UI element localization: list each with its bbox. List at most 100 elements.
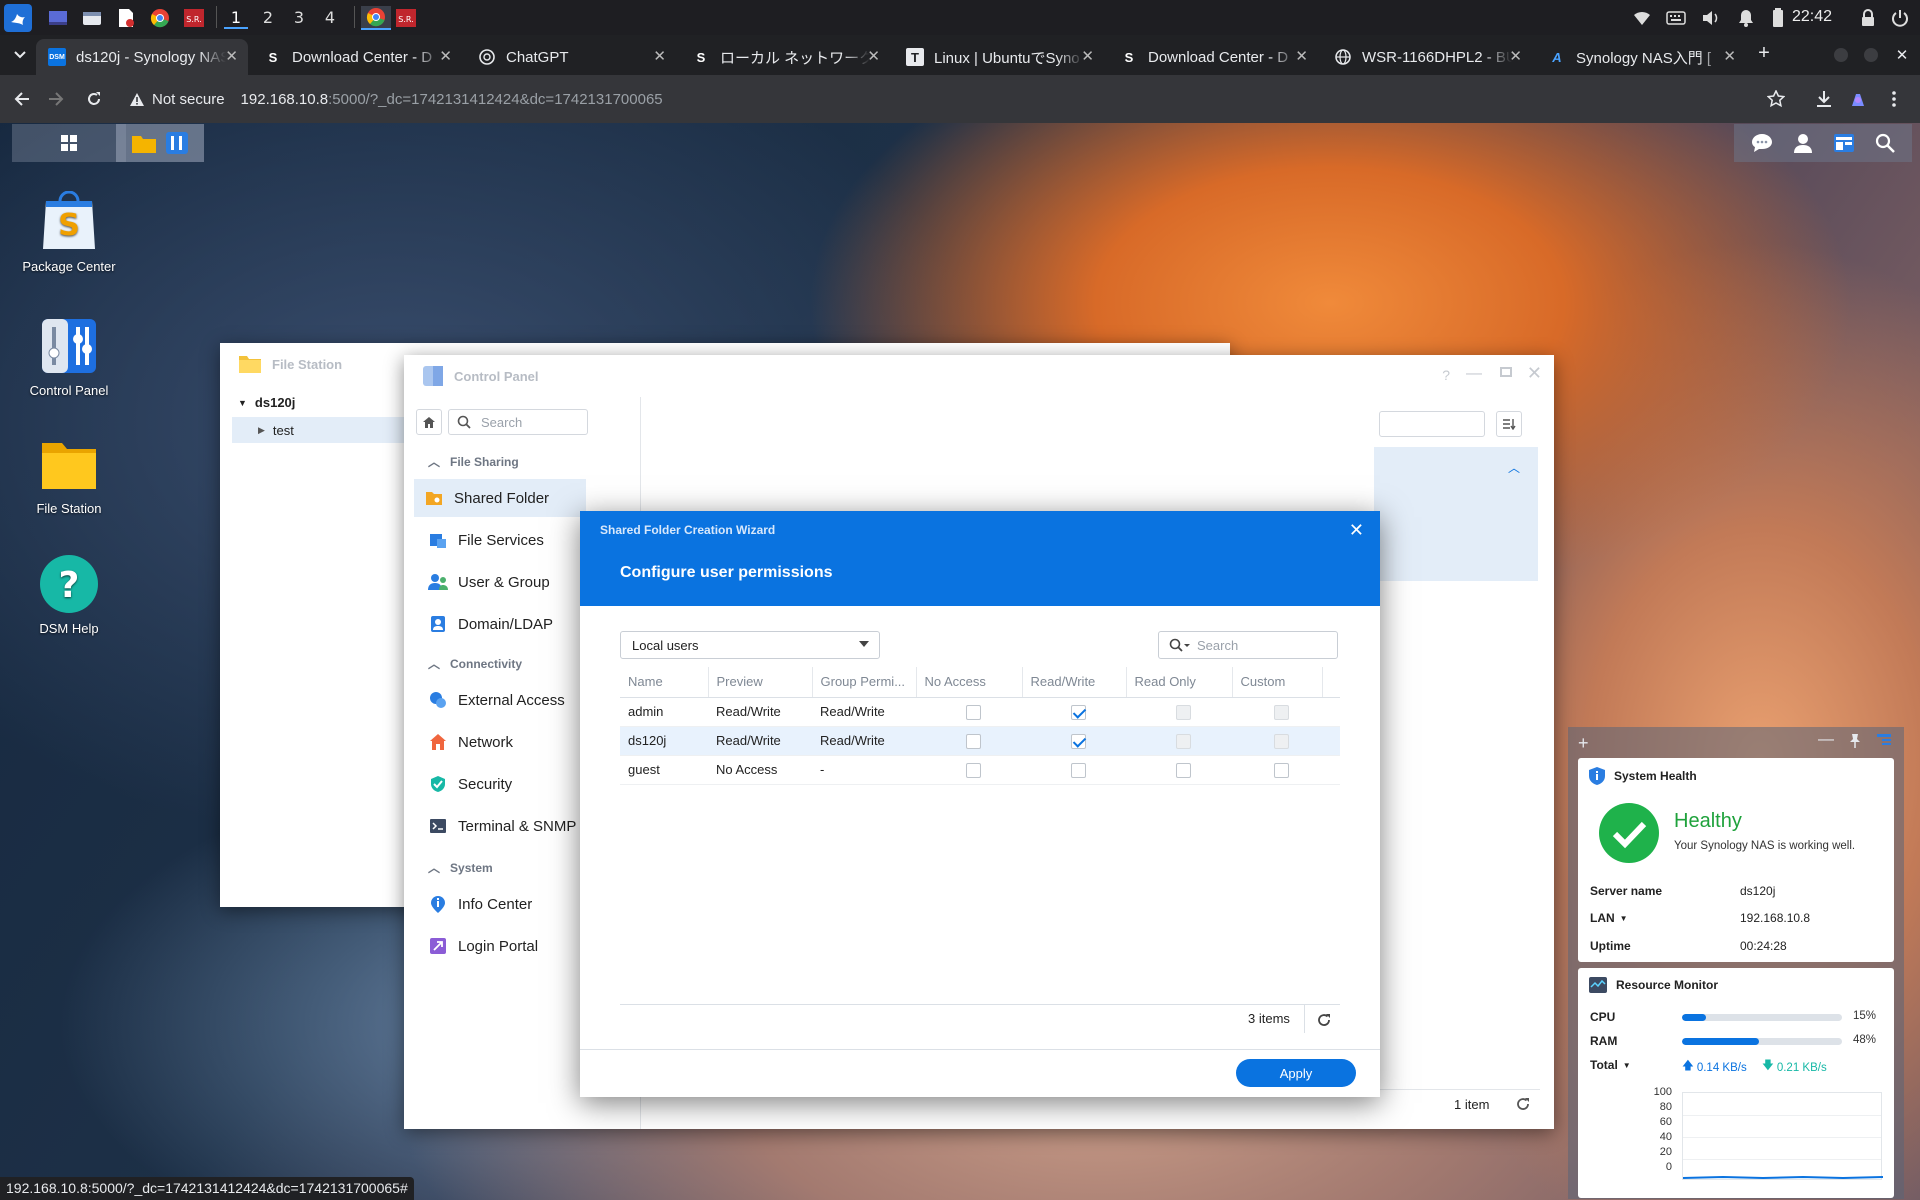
close-browser-icon[interactable]: ✕ <box>1890 43 1914 67</box>
user-type-select[interactable]: Local users <box>620 631 880 659</box>
apply-button[interactable]: Apply <box>1236 1059 1356 1087</box>
minimize-widget-icon[interactable]: — <box>1818 731 1834 749</box>
no-access-checkbox[interactable] <box>965 704 981 720</box>
read-write-checkbox[interactable] <box>1070 704 1086 720</box>
nav-security[interactable]: Security <box>418 765 588 803</box>
col-group-permission[interactable]: Group Permi... <box>812 667 917 698</box>
bookmark-star-icon[interactable] <box>1764 87 1788 111</box>
control-panel-titlebar[interactable]: Control Panel <box>404 355 1554 397</box>
tab-local-network[interactable]: S ローカル ネットワーク ✕ <box>680 39 890 75</box>
help-question-icon[interactable]: ? <box>1442 367 1450 383</box>
tab-ds120j[interactable]: DSM ds120j - Synology NAS ✕ <box>36 39 248 75</box>
no-access-checkbox[interactable] <box>965 733 981 749</box>
tree-root-ds120j[interactable]: ▼ ds120j <box>238 395 295 410</box>
volume-icon[interactable] <box>1701 8 1721 28</box>
workspace-1[interactable]: 1 <box>224 7 248 29</box>
back-arrow-icon[interactable] <box>10 87 34 111</box>
nav-network[interactable]: Network <box>418 723 588 761</box>
table-row[interactable]: guest No Access - <box>620 755 1340 785</box>
tab-chatgpt[interactable]: ChatGPT ✕ <box>466 39 676 75</box>
read-only-checkbox[interactable] <box>1175 762 1191 778</box>
reload-icon[interactable] <box>82 87 106 111</box>
add-widget-plus-icon[interactable]: + <box>1578 733 1589 754</box>
col-preview[interactable]: Preview <box>708 667 813 698</box>
refresh-icon[interactable] <box>1317 1013 1331 1027</box>
nav-login-portal[interactable]: Login Portal <box>418 927 588 965</box>
col-name[interactable]: Name <box>620 667 709 698</box>
chrome-icon[interactable] <box>148 6 172 30</box>
read-write-checkbox[interactable] <box>1070 733 1086 749</box>
nav-external-access[interactable]: External Access <box>418 681 588 719</box>
control-panel-search-input[interactable]: Search <box>448 409 588 435</box>
section-system[interactable]: ︿ System <box>428 859 493 876</box>
collapse-chevron-icon[interactable]: ︿ <box>1508 459 1520 476</box>
read-write-checkbox[interactable] <box>1070 762 1086 778</box>
notification-bell-icon[interactable] <box>1736 8 1756 28</box>
tab-synology-intro[interactable]: A Synology NAS入門 [ ✕ <box>1536 39 1746 75</box>
lan-dropdown[interactable]: LAN ▼ <box>1590 911 1628 925</box>
workspace-2[interactable]: 2 <box>256 7 280 29</box>
lock-icon[interactable] <box>1858 8 1878 28</box>
no-access-checkbox[interactable] <box>965 762 981 778</box>
app-red-icon[interactable]: S.R. <box>182 6 206 30</box>
home-button[interactable] <box>416 409 442 435</box>
col-read-only[interactable]: Read Only <box>1126 667 1233 698</box>
col-read-write[interactable]: Read/Write <box>1022 667 1127 698</box>
close-tab-icon[interactable]: ✕ <box>439 47 452 65</box>
widget-menu-icon[interactable] <box>1876 733 1892 747</box>
close-icon[interactable]: ✕ <box>1349 520 1364 541</box>
forward-arrow-icon[interactable] <box>44 87 68 111</box>
close-tab-icon[interactable]: ✕ <box>225 47 238 65</box>
close-tab-icon[interactable]: ✕ <box>1723 47 1736 65</box>
not-secure-warning-icon[interactable] <box>128 90 146 108</box>
taskbar-red-app-window[interactable]: S.R. <box>394 6 418 30</box>
section-connectivity[interactable]: ︿ Connectivity <box>428 655 522 672</box>
address-bar[interactable]: Not secure 192.168.10.8 :5000/?_dc=17421… <box>124 81 1784 117</box>
close-tab-icon[interactable]: ✕ <box>867 47 880 65</box>
chat-icon[interactable] <box>1751 133 1773 153</box>
tab-linux-ubuntu[interactable]: T Linux | UbuntuでSyno ✕ <box>894 39 1104 75</box>
tab-download-center-2[interactable]: S Download Center - D ✕ <box>1108 39 1318 75</box>
tab-search-chevron-icon[interactable] <box>8 43 32 67</box>
download-icon[interactable] <box>1812 87 1836 111</box>
tab-download-center-1[interactable]: S Download Center - D ✕ <box>252 39 462 75</box>
close-tab-icon[interactable]: ✕ <box>1295 47 1308 65</box>
desktop-icon-control-panel[interactable]: Control Panel <box>14 315 124 398</box>
section-file-sharing[interactable]: ︿ File Sharing <box>428 453 519 470</box>
maximize-browser-button[interactable] <box>1864 48 1878 62</box>
total-dropdown[interactable]: Total ▼ <box>1590 1058 1631 1072</box>
nav-file-services[interactable]: File Services <box>418 521 588 559</box>
close-icon[interactable]: ✕ <box>1527 363 1542 384</box>
security-label[interactable]: Not secure <box>152 91 225 108</box>
nav-shared-folder[interactable]: Shared Folder <box>414 479 586 517</box>
pin-icon[interactable] <box>1848 733 1862 749</box>
minimize-icon[interactable]: — <box>1466 365 1482 383</box>
text-editor-icon[interactable] <box>114 6 138 30</box>
minimize-browser-button[interactable] <box>1834 48 1848 62</box>
maximize-icon[interactable] <box>1500 367 1512 377</box>
file-manager-icon[interactable] <box>80 6 104 30</box>
nav-info-center[interactable]: Info Center <box>418 885 588 923</box>
close-tab-icon[interactable]: ✕ <box>1509 47 1522 65</box>
sort-list-icon[interactable] <box>1496 411 1522 437</box>
desktop-icon-file-station[interactable]: File Station <box>14 433 124 516</box>
nav-terminal-snmp[interactable]: Terminal & SNMP <box>418 807 588 845</box>
col-no-access[interactable]: No Access <box>916 667 1023 698</box>
search-filter-icon[interactable] <box>1169 638 1191 652</box>
user-icon[interactable] <box>1793 133 1813 153</box>
nav-user-group[interactable]: User & Group <box>418 563 588 601</box>
wifi-icon[interactable] <box>1632 8 1652 28</box>
col-custom[interactable]: Custom <box>1232 667 1323 698</box>
shared-folder-filter-input[interactable] <box>1379 411 1485 437</box>
app-launcher-icon[interactable] <box>4 4 32 32</box>
custom-checkbox[interactable] <box>1273 762 1289 778</box>
table-row[interactable]: admin Read/Write Read/Write <box>620 697 1340 727</box>
main-menu-button[interactable] <box>12 124 126 162</box>
desktop-icon-dsm-help[interactable]: ? DSM Help <box>14 553 124 636</box>
widgets-icon[interactable] <box>1833 133 1855 153</box>
taskbar-chrome-window[interactable] <box>361 6 391 30</box>
shared-folder-selected-row[interactable]: ︿ <box>1374 447 1538 581</box>
extension-icon[interactable] <box>1846 87 1870 111</box>
workspace-4[interactable]: 4 <box>318 7 342 29</box>
new-tab-plus-icon[interactable]: + <box>1752 41 1776 65</box>
